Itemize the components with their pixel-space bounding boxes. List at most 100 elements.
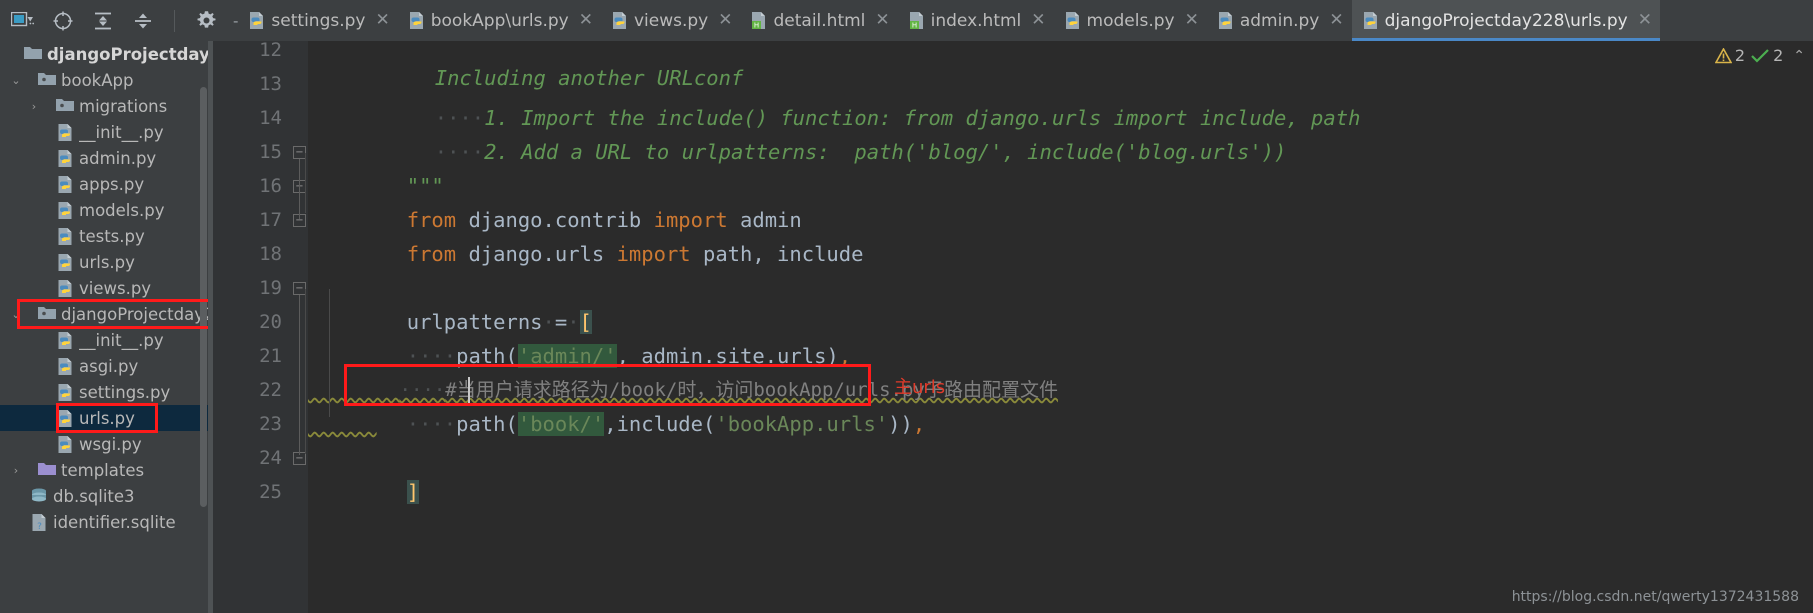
quote-close: ' xyxy=(591,412,605,436)
python-file-icon xyxy=(56,331,74,349)
tree-item-urls-py-project-selected[interactable]: urls.py xyxy=(0,405,208,431)
tree-item-urls-py-bookapp[interactable]: urls.py xyxy=(0,249,208,275)
project-tree-panel[interactable]: djangoProjectday228 ⌄ bookApp › migratio… xyxy=(0,41,208,613)
line-number: 21 xyxy=(259,345,282,367)
collapse-all-icon[interactable] xyxy=(130,8,156,34)
line-number: 23 xyxy=(259,413,282,435)
tab-settings-py[interactable]: settings.py ✕ xyxy=(238,0,397,41)
tab-label: bookApp\urls.py xyxy=(430,10,569,31)
inspection-status-widget[interactable]: 2 2 ⌃ xyxy=(1714,46,1805,65)
tree-item-admin-py-bookapp[interactable]: admin.py xyxy=(0,145,208,171)
python-file-icon xyxy=(56,175,74,193)
keyword-import: import xyxy=(616,242,691,266)
tree-item-label: views.py xyxy=(79,278,152,298)
tree-item-apps-py[interactable]: apps.py xyxy=(0,171,208,197)
tree-item-init-py-project[interactable]: __init__.py xyxy=(0,327,208,353)
tab-djangoprojectday228-urls-py[interactable]: djangoProjectday228\urls.py ✕ xyxy=(1351,0,1661,41)
tree-item-label: bookApp xyxy=(61,70,134,90)
expander-arrow[interactable]: ⌄ xyxy=(8,308,24,321)
pycharm-window: - settings.py ✕ bookApp\urls.py ✕ views.… xyxy=(0,0,1813,613)
templates-folder-icon xyxy=(38,461,56,479)
tree-item-wsgi-py[interactable]: wsgi.py xyxy=(0,431,208,457)
close-icon[interactable]: ✕ xyxy=(875,12,889,29)
python-file-icon xyxy=(56,383,74,401)
python-file-icon xyxy=(56,279,74,297)
tree-item-asgi-py[interactable]: asgi.py xyxy=(0,353,208,379)
line-number: 19 xyxy=(259,277,282,299)
tree-item-djangoprojectday22-module[interactable]: ⌄ djangoProjectday22 xyxy=(0,301,208,327)
tree-item-label: __init__.py xyxy=(79,330,164,350)
tree-item-templates[interactable]: › templates xyxy=(0,457,208,483)
toolbar-icon-group: - xyxy=(0,0,238,41)
code-line-16: from django.contrib import admin xyxy=(308,169,802,232)
tab-index-html[interactable]: H index.html ✕ xyxy=(898,0,1054,41)
close-icon[interactable]: ✕ xyxy=(375,12,389,29)
tree-item-identifier-sqlite[interactable]: ? identifier.sqlite xyxy=(0,509,208,535)
tab-label: admin.py xyxy=(1239,10,1320,31)
tree-item-db-sqlite3[interactable]: db.sqlite3 xyxy=(0,483,208,509)
include-call: ,include( xyxy=(604,412,716,436)
expander-arrow[interactable]: › xyxy=(8,464,24,477)
line-number: 13 xyxy=(259,73,282,95)
run-configurations-icon[interactable] xyxy=(10,8,36,34)
tree-item-models-py[interactable]: models.py xyxy=(0,197,208,223)
chevron-up-icon[interactable]: ⌃ xyxy=(1793,48,1805,64)
tab-label: index.html xyxy=(930,10,1022,31)
tree-item-label: admin.py xyxy=(79,148,157,168)
close-icon[interactable]: ✕ xyxy=(1185,12,1199,29)
sp xyxy=(456,242,468,266)
close-icon[interactable]: ✕ xyxy=(1329,12,1343,29)
close-icon[interactable]: ✕ xyxy=(1031,12,1045,29)
tab-detail-html[interactable]: H detail.html ✕ xyxy=(740,0,897,41)
code-line-17: from django.urls import path, include xyxy=(308,203,864,266)
close-icon[interactable]: ✕ xyxy=(718,12,732,29)
tab-models-py[interactable]: models.py ✕ xyxy=(1054,0,1207,41)
settings-gear-icon[interactable] xyxy=(193,8,219,34)
expander-arrow[interactable]: ⌄ xyxy=(8,74,24,87)
editor-text-area[interactable]: Including another URLconf ····1. Import … xyxy=(305,41,1813,613)
warning-indicator[interactable]: 2 xyxy=(1714,46,1745,65)
tree-item-settings-py[interactable]: settings.py xyxy=(0,379,208,405)
expand-all-icon[interactable] xyxy=(90,8,116,34)
tree-item-label: urls.py xyxy=(79,252,135,272)
line-number: 18 xyxy=(259,243,282,265)
code-editor[interactable]: 12 13 14 15 16 17 18 19 20 21 22 23 24 2… xyxy=(208,41,1813,613)
tree-item-label: djangoProjectday22 xyxy=(61,304,208,324)
html-file-icon: H xyxy=(750,11,767,30)
tab-views-py[interactable]: views.py ✕ xyxy=(601,0,741,41)
tree-item-label: asgi.py xyxy=(79,356,139,376)
tree-item-views-py[interactable]: views.py xyxy=(0,275,208,301)
close-icon[interactable]: ✕ xyxy=(1638,12,1652,29)
python-file-icon xyxy=(56,253,74,271)
tree-item-migrations[interactable]: › migrations xyxy=(0,93,208,119)
tree-item-djangoprojectday228[interactable]: djangoProjectday228 xyxy=(0,41,208,67)
project-tree-scrollbar[interactable] xyxy=(200,87,207,507)
tree-item-label: templates xyxy=(61,460,145,480)
tree-item-bookapp[interactable]: ⌄ bookApp xyxy=(0,67,208,93)
book-url-string: book/ xyxy=(530,412,592,436)
code-line-22: ····path('book/',include('bookApp.urls')… xyxy=(308,373,925,436)
ok-indicator[interactable]: 2 xyxy=(1751,46,1783,65)
watermark-url: https://blog.csdn.net/qwerty1372431588 xyxy=(1511,589,1799,605)
editor-tab-strip: settings.py ✕ bookApp\urls.py ✕ views.py… xyxy=(238,0,1813,41)
indent-guide-3 xyxy=(329,289,330,417)
target-crosshair-icon[interactable] xyxy=(50,8,76,34)
close-icon[interactable]: ✕ xyxy=(579,12,593,29)
toolbar-divider xyxy=(174,9,175,32)
tree-item-init-py-bookapp[interactable]: __init__.py xyxy=(0,119,208,145)
python-file-icon xyxy=(408,11,425,30)
tree-item-tests-py[interactable]: tests.py xyxy=(0,223,208,249)
path-call: path( xyxy=(456,412,518,436)
database-icon xyxy=(30,487,48,505)
indent-guide-1 xyxy=(305,153,306,213)
expander-arrow[interactable]: › xyxy=(26,100,42,113)
tab-bookapp-urls-py[interactable]: bookApp\urls.py ✕ xyxy=(398,0,601,41)
tree-item-label: migrations xyxy=(79,96,168,116)
tab-admin-py[interactable]: admin.py ✕ xyxy=(1207,0,1352,41)
module-folder-icon xyxy=(38,305,56,323)
module-folder-icon xyxy=(56,97,74,115)
quote-open: ' xyxy=(517,412,531,436)
python-file-icon xyxy=(56,227,74,245)
python-file-icon xyxy=(56,201,74,219)
code-line-14-num: 2. xyxy=(484,140,509,164)
